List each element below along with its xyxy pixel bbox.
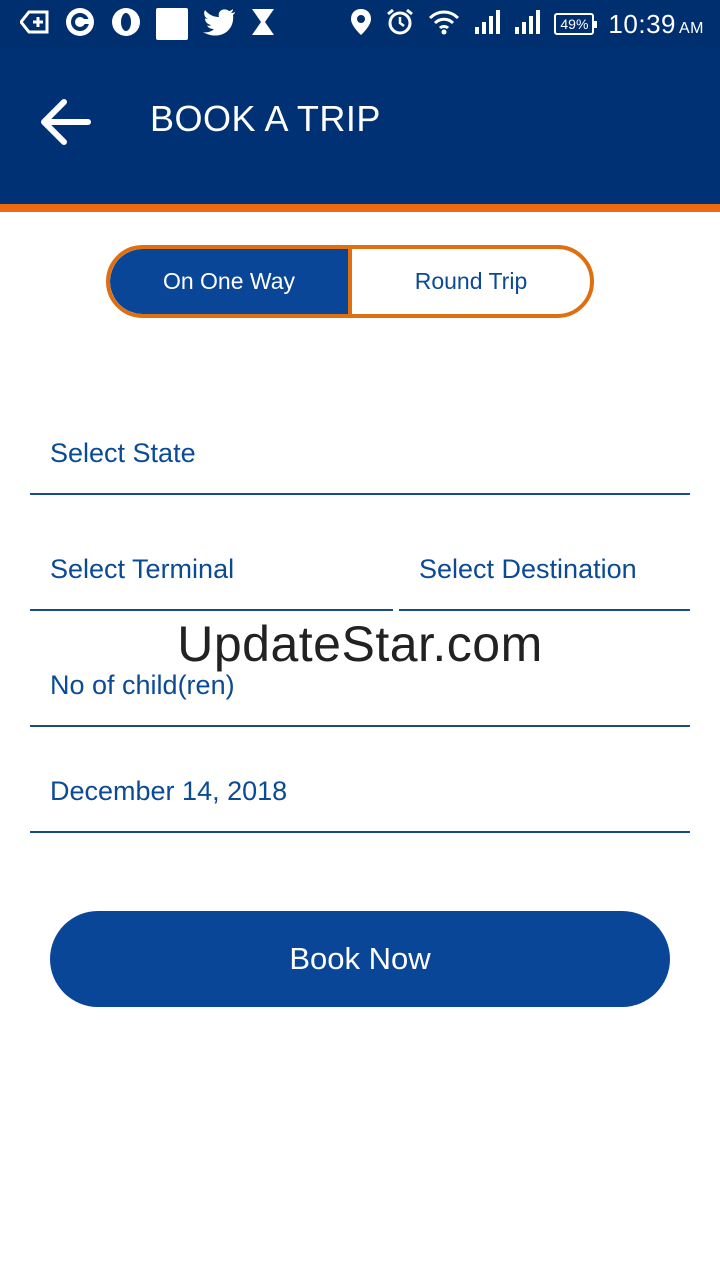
wifi-icon [428,9,460,40]
state-select-label: Select State [50,438,196,468]
twitter-icon [202,8,236,41]
back-button[interactable] [36,92,96,152]
destination-select[interactable]: Select Destination [399,520,690,611]
battery-indicator: 49% [554,13,598,35]
round-trip-tab[interactable]: Round Trip [352,249,590,314]
header-divider [0,204,720,212]
notification-icons [19,6,290,43]
location-icon [350,8,372,41]
back-arrow-icon [41,99,91,145]
signal-icon [474,9,501,40]
status-bar: 49% 10:39 AM [0,0,720,48]
children-count-label: No of child(ren) [50,670,235,700]
app-square-icon [156,8,188,40]
clock: 10:39 AM [608,9,704,40]
keyboard-icon [19,9,50,40]
clock-time: 10:39 [608,8,676,39]
book-now-button[interactable]: Book Now [50,911,670,1007]
terminal-select[interactable]: Select Terminal [30,520,393,611]
date-value: December 14, 2018 [50,776,288,806]
hourglass-icon [250,7,276,42]
date-field[interactable]: December 14, 2018 [30,742,690,833]
system-icons: 49% 10:39 AM [336,8,704,40]
one-way-tab[interactable]: On One Way [110,249,352,314]
trip-type-toggle: On One Way Round Trip [106,245,594,318]
page-title: BOOK A TRIP [150,98,381,139]
alarm-icon [386,8,414,41]
app-circle-icon [64,6,96,43]
watermark: UpdateStar.com [177,616,543,672]
terminal-select-label: Select Terminal [50,554,235,584]
destination-select-label: Select Destination [419,554,637,584]
opera-icon [110,6,142,43]
state-select[interactable]: Select State [30,404,690,495]
signal-icon-2 [514,9,541,40]
clock-ampm: AM [679,19,704,37]
